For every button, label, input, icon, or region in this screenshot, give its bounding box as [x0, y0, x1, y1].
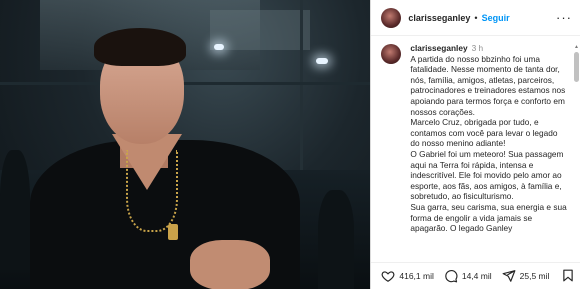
caption: clarisseganley 3 h A partida do nosso bbz…: [371, 36, 580, 234]
caption-paragraph: O Gabriel foi um meteoro! Sua passagem a…: [410, 148, 564, 202]
avatar[interactable]: [381, 44, 402, 64]
subject-hand: [190, 240, 270, 289]
follow-button[interactable]: Seguir: [482, 13, 510, 23]
caption-paragraph: Sua garra, seu carisma, sua energia e su…: [410, 201, 567, 234]
heart-icon: [381, 271, 395, 282]
header-username[interactable]: clarisseganley: [408, 13, 470, 23]
caption-scrollbar[interactable]: ▲: [574, 44, 579, 244]
post-header: clarisseganley • Seguir ···: [371, 0, 580, 36]
share-button[interactable]: 25,5 mil: [502, 269, 550, 283]
scrollbar-thumb[interactable]: [574, 52, 579, 82]
caption-timestamp[interactable]: 3 h: [472, 43, 484, 53]
comment-count: 14,4 mil: [461, 271, 492, 281]
caption-paragraph: A partida do nosso bbzinho foi uma fatal…: [410, 53, 566, 117]
post-side-panel: clarisseganley • Seguir ··· clarisseganl…: [370, 0, 580, 289]
save-button[interactable]: [562, 269, 574, 287]
avatar[interactable]: [381, 7, 402, 28]
background-building: [210, 10, 310, 50]
more-options-icon[interactable]: ···: [556, 10, 572, 25]
like-button[interactable]: 416,1 mil: [381, 269, 434, 283]
action-bar: 416,1 mil 14,4 mil 25,5 mil: [371, 262, 580, 289]
caption-text: clarisseganley 3 h A partida do nosso bbz…: [410, 43, 568, 234]
background-light: [214, 44, 224, 50]
background-light: [316, 58, 328, 64]
scroll-up-icon[interactable]: ▲: [574, 44, 579, 50]
subject-chain: [126, 150, 178, 232]
post-photo[interactable]: [0, 0, 371, 289]
caption-paragraph: Marcelo Cruz, obrigada por tudo, e conta…: [410, 117, 558, 149]
like-count: 416,1 mil: [399, 271, 434, 281]
bookmark-icon: [563, 269, 574, 282]
caption-username[interactable]: clarisseganley: [410, 43, 467, 53]
header-separator: •: [474, 12, 478, 23]
comment-button[interactable]: 14,4 mil: [444, 269, 492, 283]
share-count: 25,5 mil: [519, 271, 550, 281]
subject-pendant: [168, 224, 178, 240]
subject-hair: [94, 28, 186, 66]
background-person: [318, 190, 354, 289]
post-viewer: clarisseganley • Seguir ··· clarisseganl…: [0, 0, 580, 289]
background-person: [0, 150, 30, 270]
comment-icon: [445, 270, 458, 283]
share-icon: [502, 270, 516, 282]
background-rail: [0, 82, 371, 85]
caption-area: clarisseganley 3 h A partida do nosso bbz…: [371, 36, 580, 260]
